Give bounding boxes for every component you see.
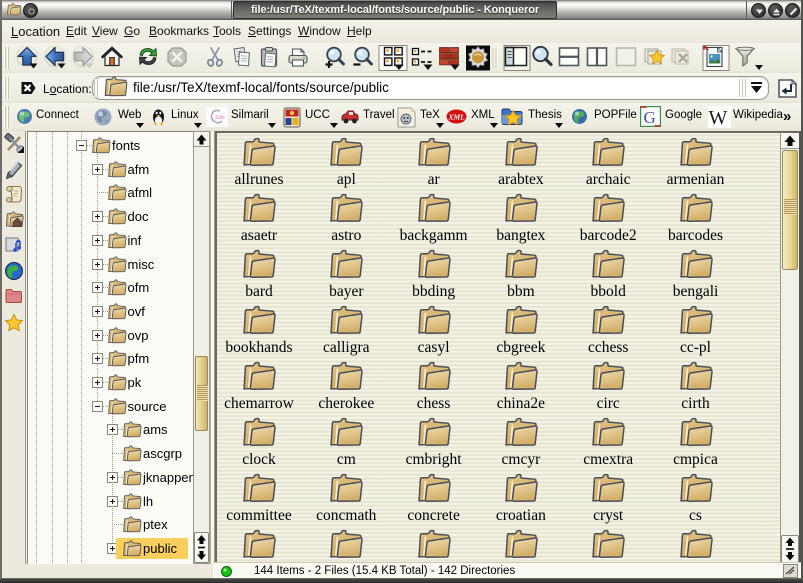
svg-text:G: G [644,108,656,127]
svg-text:XML: XML [448,113,466,122]
svg-text:W: W [709,107,728,128]
svg-text:Silm: Silm [215,115,225,121]
